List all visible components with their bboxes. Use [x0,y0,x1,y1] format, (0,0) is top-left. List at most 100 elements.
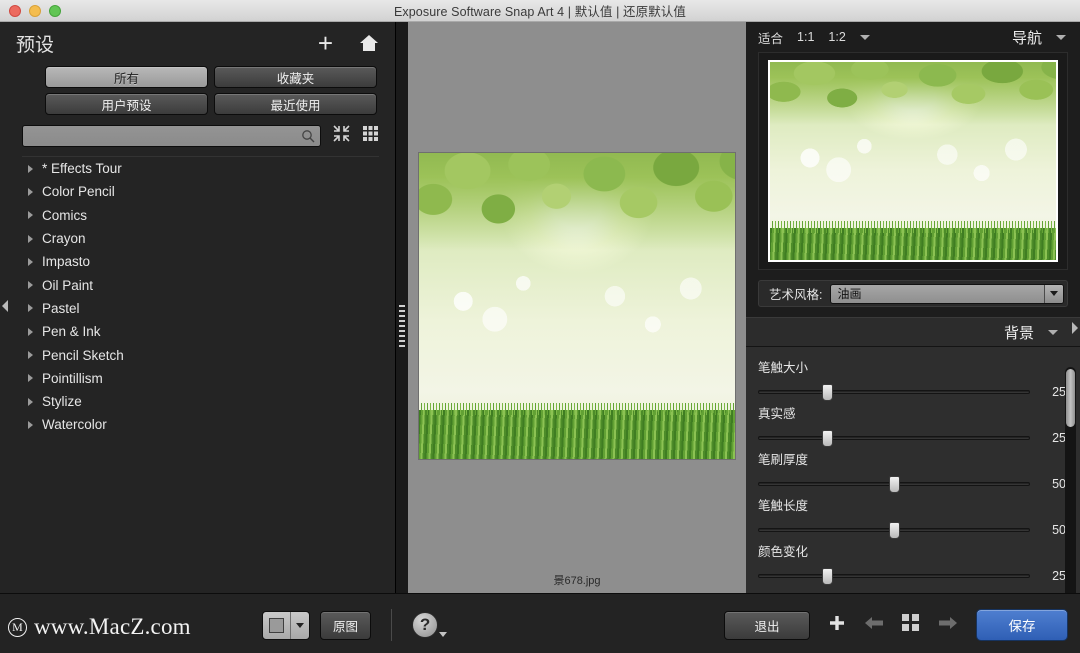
scrollbar-thumb[interactable] [1066,369,1075,427]
slider-thumb[interactable] [821,430,833,447]
slider-track[interactable] [758,476,1030,493]
zoom-dropdown-icon[interactable] [859,34,870,40]
grid-compare-icon[interactable] [902,613,920,637]
navigator-title: 导航 [1011,29,1042,47]
art-style-select[interactable]: 油画 [830,283,1064,304]
image-canvas[interactable]: 景678.jpg [408,22,746,593]
preset-item-effects-tour[interactable]: * Effects Tour [22,157,379,180]
slider-value: 50 [1052,477,1066,491]
preset-item-pastel[interactable]: Pastel [22,297,379,320]
watermark: M www.MacZ.com [8,614,191,640]
right-panel: 适合 1:1 1:2 导航 艺术风格: 油画 背景 笔触大小 25 真实感 25… [746,22,1080,602]
divider-grip-icon[interactable] [399,305,405,347]
slider-thumb[interactable] [821,568,833,585]
preset-item-color-pencil[interactable]: Color Pencil [22,180,379,203]
slider-value: 50 [1052,523,1066,537]
slider-track[interactable] [758,384,1030,401]
slider-realism: 真实感 25 [746,399,1080,447]
navigator-artwork [770,62,1056,260]
home-icon[interactable] [359,34,379,52]
preset-filter-buttons: 所有 收藏夹 用户预设 最近使用 [0,64,395,115]
slider-stroke-size: 笔触大小 25 [746,353,1080,401]
search-icon [301,129,315,148]
chevron-right-icon [28,257,33,266]
settings-scrollbar[interactable] [1065,367,1076,602]
zoom-1-2-button[interactable]: 1:2 [828,30,845,44]
preset-item-watercolor[interactable]: Watercolor [22,413,379,436]
help-dropdown-icon[interactable] [439,632,448,637]
slider-track[interactable] [758,522,1030,539]
chevron-down-icon[interactable] [290,611,309,639]
image-preview[interactable] [418,152,736,460]
preset-item-label: Impasto [42,254,91,270]
slider-value: 25 [1052,385,1066,399]
preset-item-pointillism[interactable]: Pointillism [22,367,379,390]
search-input[interactable] [23,126,320,146]
add-icon[interactable] [828,614,846,637]
background-section-title: 背景 [1003,324,1034,342]
save-button[interactable]: 保存 [976,609,1068,641]
help-icon[interactable]: ? [412,612,439,638]
filter-recent-button[interactable]: 最近使用 [214,93,377,115]
chevron-right-icon [28,327,33,336]
preset-item-comics[interactable]: Comics [22,204,379,227]
collapse-left-panel-arrow-icon[interactable] [2,300,8,312]
chevron-right-icon [28,397,33,406]
collapse-arrows-icon[interactable] [333,125,350,147]
original-button[interactable]: 原图 [320,610,372,640]
window-title: Exposure Software Snap Art 4 | 默认值 | 还原默… [393,5,687,19]
chevron-right-icon [28,420,33,429]
title-bar: Exposure Software Snap Art 4 | 默认值 | 还原默… [0,0,1080,22]
preset-category-list[interactable]: * Effects Tour Color Pencil Comics Crayo… [22,156,379,596]
preset-item-label: Watercolor [42,417,107,433]
navigator-thumbnail[interactable] [768,60,1058,262]
zoom-1-1-button[interactable]: 1:1 [797,30,814,44]
plus-icon[interactable]: + [318,30,333,56]
slider-value: 25 [1052,431,1066,445]
search-box[interactable] [22,125,321,147]
preset-item-oil-paint[interactable]: Oil Paint [22,273,379,296]
chevron-right-icon [28,164,33,173]
preset-item-crayon[interactable]: Crayon [22,227,379,250]
presets-header: 预设 + [0,22,395,64]
single-view-icon[interactable] [263,617,290,633]
preset-item-stylize[interactable]: Stylize [22,390,379,413]
slider-label: 笔刷厚度 [758,453,809,467]
quit-button[interactable]: 退出 [724,610,810,640]
slider-label: 颜色变化 [758,545,809,559]
slider-label: 真实感 [758,407,796,421]
preset-item-label: Color Pencil [42,184,115,200]
next-arrow-icon[interactable] [938,616,958,635]
previous-arrow-icon[interactable] [864,616,884,635]
chevron-down-icon[interactable] [1044,284,1063,303]
slider-track[interactable] [758,430,1030,447]
chevron-right-icon [28,304,33,313]
slider-thumb[interactable] [889,476,900,493]
background-section-header: 背景 [746,317,1080,347]
preset-item-label: * Effects Tour [42,161,122,177]
presets-title: 预设 [16,34,55,56]
preset-item-pen-and-ink[interactable]: Pen & Ink [22,320,379,343]
collapse-right-panel-arrow-icon[interactable] [1072,322,1078,334]
view-mode-select[interactable] [262,610,310,640]
chevron-right-icon [28,281,33,290]
grid-view-icon[interactable] [362,125,379,147]
preset-item-label: Pastel [42,300,80,316]
slider-thumb[interactable] [889,522,900,539]
navigator-collapse-icon[interactable] [1056,34,1066,40]
background-collapse-icon[interactable] [1048,329,1058,335]
slider-track[interactable] [758,568,1030,585]
help-group: ? [412,612,448,638]
slider-value: 25 [1052,569,1066,583]
preset-item-pencil-sketch[interactable]: Pencil Sketch [22,343,379,366]
filter-user-presets-button[interactable]: 用户预设 [45,93,208,115]
zoom-fit-button[interactable]: 适合 [758,28,783,47]
filter-favorites-button[interactable]: 收藏夹 [214,66,377,88]
action-buttons: 退出 保存 [724,609,1068,641]
slider-label: 笔触长度 [758,499,809,513]
preset-item-impasto[interactable]: Impasto [22,250,379,273]
filter-all-button[interactable]: 所有 [45,66,208,88]
art-style-row: 艺术风格: 油画 [758,280,1068,307]
slider-thumb[interactable] [821,384,833,401]
panel-divider[interactable] [396,22,408,593]
